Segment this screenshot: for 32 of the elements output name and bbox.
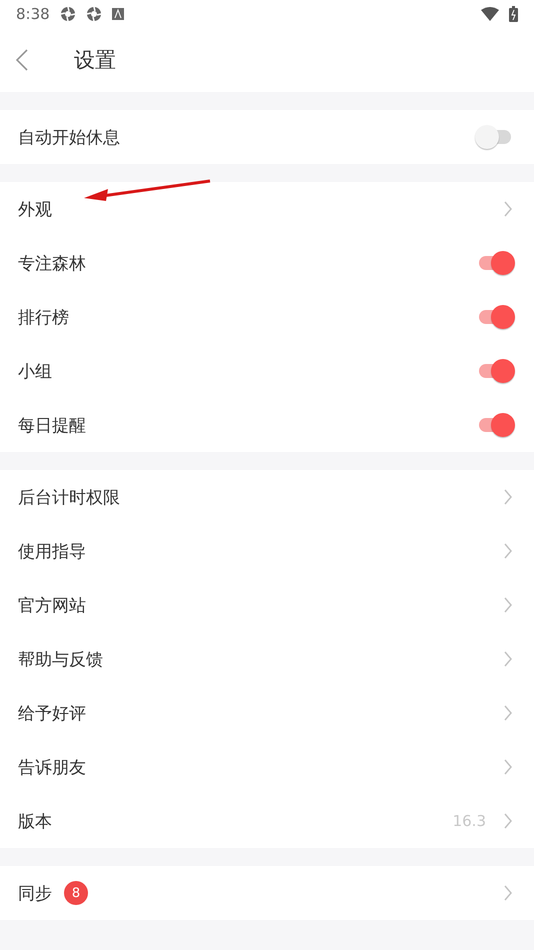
setting-label: 每日提醒	[18, 414, 86, 436]
chevron-right-icon	[504, 885, 512, 901]
setting-label: 告诉朋友	[18, 756, 86, 778]
chevron-right-icon	[504, 201, 512, 217]
chevron-right-icon	[504, 651, 512, 667]
setting-label: 帮助与反馈	[18, 648, 103, 670]
aperture-icon	[86, 6, 102, 22]
setting-label: 自动开始休息	[18, 126, 120, 148]
setting-label: 同步	[18, 882, 52, 904]
chevron-right-icon	[504, 489, 512, 505]
setting-label: 给予好评	[18, 702, 86, 724]
setting-label: 官方网站	[18, 594, 86, 616]
count-badge: 8	[64, 881, 88, 905]
page-title: 设置	[74, 47, 116, 74]
chevron-right-icon	[504, 759, 512, 775]
setting-label: 小组	[18, 360, 52, 382]
chevron-right-icon	[504, 597, 512, 613]
aperture-icon	[60, 6, 76, 22]
chevron-right-icon	[504, 813, 512, 829]
setting-label: 使用指导	[18, 540, 86, 562]
setting-label: 专注森林	[18, 252, 86, 274]
setting-label: 外观	[18, 198, 52, 220]
setting-label: 版本	[18, 810, 52, 832]
setting-label: 排行榜	[18, 306, 69, 328]
notification-icon	[112, 8, 124, 20]
setting-label: 后台计时权限	[18, 486, 120, 508]
chevron-right-icon	[504, 705, 512, 721]
chevron-right-icon	[504, 543, 512, 559]
wifi-icon	[481, 7, 499, 21]
battery-icon	[509, 6, 518, 22]
back-icon[interactable]	[16, 49, 28, 71]
status-time: 8:38	[16, 5, 50, 23]
